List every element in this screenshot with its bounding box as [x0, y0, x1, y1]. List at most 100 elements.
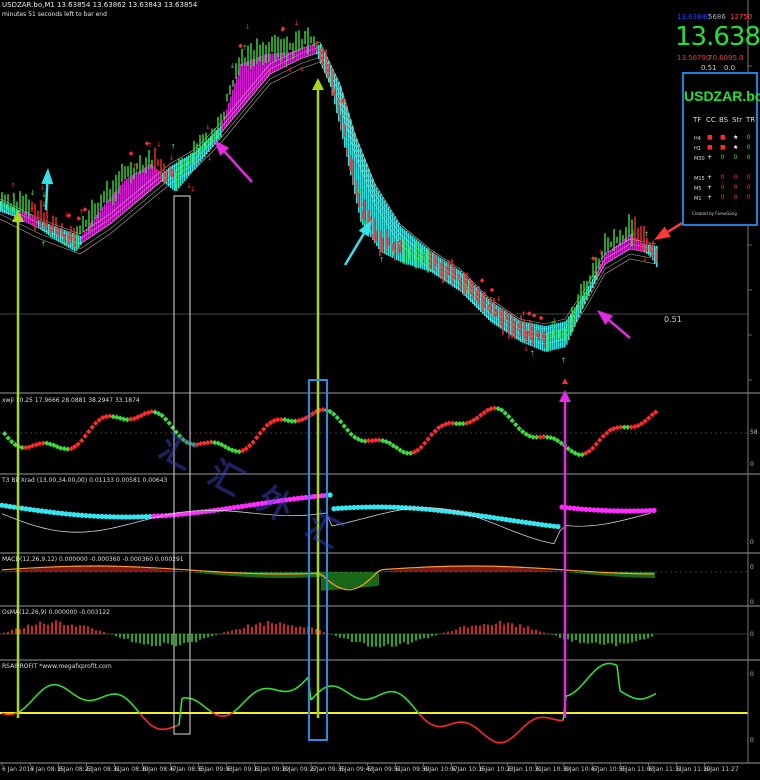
rsi-line [448, 723, 453, 726]
rsi-line [490, 739, 495, 743]
rsi-line [298, 683, 303, 687]
signal-arrow: ↑ [267, 69, 273, 77]
signal-arrow: ↓ [358, 188, 364, 196]
rsi-line [121, 695, 126, 699]
signal-diamond: ◆ [340, 97, 345, 104]
dashboard-tf-m5: M5 [694, 186, 702, 192]
ribbon-bar [108, 199, 110, 226]
dashboard-cell: 0 [720, 154, 725, 161]
rsi-line [55, 683, 60, 687]
rsi-line [409, 702, 414, 707]
rsi-line [91, 699, 96, 702]
rsi-line [31, 696, 36, 702]
rsi-line [535, 716, 540, 720]
rsi-line [631, 696, 636, 700]
chart-canvas[interactable]: ↓↑↓↓↑↑↓↓↓↓↑↓↓↓ ↑↑↓↑↓↓↓↓↑↑↑↑↑↑↑↓↓↓↓↑↓↑↓↓↑↑… [0, 0, 760, 780]
spread-points: 5686 [708, 13, 726, 21]
dashboard-cell: ■ [707, 144, 713, 151]
signal-arrow: ↑ [518, 333, 524, 341]
rsi-line [598, 664, 603, 668]
signal-arrow: ↓ [169, 154, 175, 162]
signal-arrow: ↑ [29, 207, 35, 215]
change-value: 0.0 [724, 64, 736, 72]
pane-title-trend: T3 Bil Xrad (13.00,34.00,00) 0.01133 0.0… [2, 477, 168, 484]
ribbon-bar [638, 240, 640, 251]
ribbon-bar [148, 165, 150, 193]
rsi-line [259, 688, 264, 691]
rsi-line [94, 698, 99, 701]
rsi-line [523, 723, 528, 728]
rsi-line [469, 723, 474, 727]
rsi-line [157, 727, 162, 731]
rsi-line [28, 699, 33, 705]
rsi-line [529, 719, 534, 723]
rsi-line [193, 699, 198, 703]
rsi-line [379, 692, 384, 696]
rsi-line [580, 682, 585, 687]
rsi-line [592, 669, 597, 674]
dashboard-cell: 0 [733, 194, 738, 201]
rsi-line [313, 693, 318, 698]
dashboard-cell: 0 [746, 134, 751, 141]
rsi-line [403, 696, 408, 701]
bar-timer: minutes 51 seconds left to bar end [2, 11, 107, 18]
dashboard-cell: + [707, 154, 713, 161]
moving-average-line [0, 56, 657, 340]
ribbon-bar [106, 201, 108, 227]
signal-arrow: ↓ [205, 123, 211, 131]
rsi-line [574, 688, 579, 693]
dashboard-cell: + [707, 194, 713, 201]
rsi-line [292, 687, 297, 691]
signal-arrow: ↑ [40, 240, 46, 248]
rsi-line [49, 683, 54, 687]
moving-average-line [0, 46, 657, 330]
moving-average-line [0, 51, 657, 335]
rsi-line [349, 693, 354, 697]
pane-title-macd: MACD(12,26,9,12) 0.000000 -0.000360 -0.0… [2, 556, 184, 563]
signal-arrow: ↓ [598, 248, 604, 256]
rsi-line [424, 719, 429, 723]
rsi-line [127, 699, 132, 704]
osma-axis-zero: 0 [750, 631, 754, 638]
signal-arrow: ↓ [642, 255, 648, 263]
rsi-line [139, 713, 144, 718]
rsi-line [79, 697, 84, 701]
rsi-line [352, 695, 357, 699]
rsi-line [583, 678, 588, 684]
rsi-line [271, 688, 276, 691]
stoch-dot: ◆ [653, 408, 659, 416]
ribbon-bar [628, 235, 630, 251]
signal-diamond: ◆ [145, 140, 150, 147]
stoch-axis-bottom: 0 [750, 461, 754, 468]
rsi-line [343, 689, 348, 693]
rsi-line [634, 697, 639, 700]
rsi-line [445, 723, 450, 727]
dashboard-cell: 0 [746, 174, 751, 181]
rsi-line [301, 680, 306, 685]
rsi-line [73, 693, 78, 698]
rsi-line [373, 695, 378, 699]
dashboard-cell: + [707, 174, 713, 181]
rsi-line [481, 732, 486, 736]
rsi-line [37, 690, 42, 695]
ribbon-bar [120, 185, 122, 216]
signal-arrow: ↓ [630, 230, 636, 238]
dashboard-tf-m1: M1 [694, 196, 702, 202]
rsi-line [367, 697, 372, 701]
rsi-line [487, 737, 492, 741]
macd-axis-top: 0 [750, 564, 754, 571]
ribbon-bar [140, 170, 142, 199]
ribbon-bar [156, 168, 158, 186]
dashboard-cell: 0 [733, 154, 738, 161]
signal-arrow: ↓ [299, 65, 305, 73]
rsi-line [646, 695, 651, 699]
signal-diamond: ◆ [83, 206, 88, 213]
rsi-line [208, 709, 213, 713]
rsi-line [151, 725, 156, 729]
rsi-line [205, 707, 210, 711]
rsi-line [340, 687, 345, 692]
macd-axis-bottom: 0 [750, 599, 754, 606]
signal-arrow: ↑ [379, 256, 385, 264]
rsi-line [124, 697, 129, 701]
ribbon-bar [226, 109, 228, 127]
